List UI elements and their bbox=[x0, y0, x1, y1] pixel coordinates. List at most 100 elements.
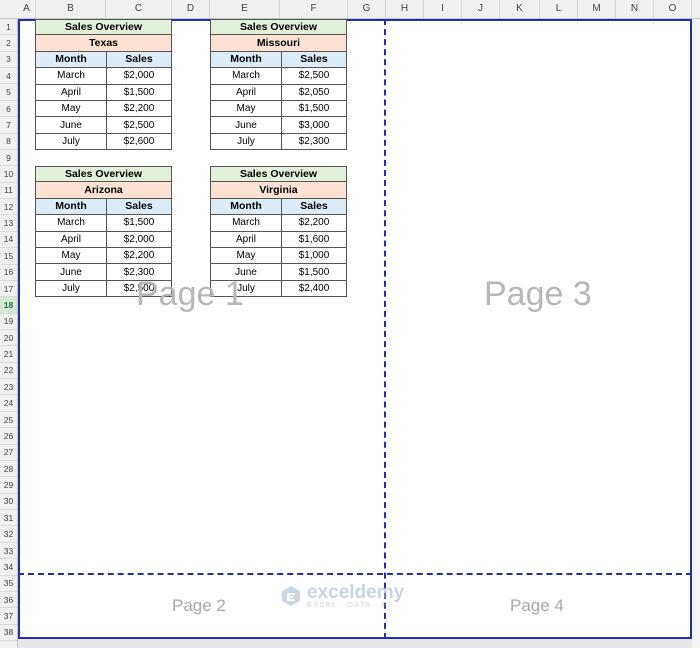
row-header-38[interactable]: 38 bbox=[0, 625, 17, 642]
month-cell[interactable]: April bbox=[210, 231, 282, 248]
table-overview-title[interactable]: Sales Overview bbox=[210, 19, 347, 36]
row-header-9[interactable]: 9 bbox=[0, 150, 17, 167]
row-header-2[interactable]: 2 bbox=[0, 35, 17, 52]
row-header-14[interactable]: 14 bbox=[0, 232, 17, 249]
sales-table-missouri[interactable]: Sales Overview Missouri Month Sales March $2,… bbox=[210, 19, 347, 151]
column-header-g[interactable]: G bbox=[348, 0, 386, 18]
table-overview-title[interactable]: Sales Overview bbox=[210, 166, 347, 183]
row-header-31[interactable]: 31 bbox=[0, 510, 17, 527]
row-header-17[interactable]: 17 bbox=[0, 281, 17, 298]
row-header-11[interactable]: 11 bbox=[0, 183, 17, 200]
month-cell[interactable]: June bbox=[210, 117, 282, 134]
row-header-15[interactable]: 15 bbox=[0, 248, 17, 265]
month-cell[interactable]: March bbox=[210, 68, 282, 85]
page-break-horizontal[interactable] bbox=[18, 573, 692, 575]
month-cell[interactable]: May bbox=[35, 247, 107, 265]
column-header-o[interactable]: O bbox=[654, 0, 692, 18]
sales-cell[interactable]: $1,000 bbox=[282, 247, 347, 265]
column-header-e[interactable]: E bbox=[210, 0, 280, 18]
sales-cell[interactable]: $2,300 bbox=[282, 133, 347, 151]
row-header-23[interactable]: 23 bbox=[0, 379, 17, 396]
month-cell[interactable]: May bbox=[210, 247, 282, 265]
sales-cell[interactable]: $1,500 bbox=[282, 264, 347, 281]
vertical-scrollbar[interactable] bbox=[692, 19, 700, 648]
row-header-16[interactable]: 16 bbox=[0, 265, 17, 281]
row-header-34[interactable]: 34 bbox=[0, 559, 17, 576]
row-header-10[interactable]: 10 bbox=[0, 166, 17, 183]
row-header-29[interactable]: 29 bbox=[0, 477, 17, 494]
column-header-k[interactable]: K bbox=[500, 0, 540, 18]
month-cell[interactable]: March bbox=[35, 68, 107, 85]
sales-cell[interactable]: $1,500 bbox=[282, 100, 347, 118]
row-header-20[interactable]: 20 bbox=[0, 330, 17, 347]
sales-cell[interactable]: $2,000 bbox=[107, 231, 172, 248]
sales-header[interactable]: Sales bbox=[282, 198, 347, 216]
table-state-name[interactable]: Arizona bbox=[35, 182, 172, 199]
row-header-27[interactable]: 27 bbox=[0, 445, 17, 461]
row-header-6[interactable]: 6 bbox=[0, 101, 17, 118]
row-header-35[interactable]: 35 bbox=[0, 576, 17, 592]
table-state-name[interactable]: Missouri bbox=[210, 35, 347, 52]
row-header-36[interactable]: 36 bbox=[0, 592, 17, 609]
table-state-name[interactable]: Texas bbox=[35, 35, 172, 52]
row-header-8[interactable]: 8 bbox=[0, 134, 17, 150]
column-header-i[interactable]: I bbox=[424, 0, 462, 18]
row-header-22[interactable]: 22 bbox=[0, 363, 17, 380]
month-cell[interactable]: March bbox=[210, 215, 282, 232]
column-header-c[interactable]: C bbox=[106, 0, 172, 18]
sales-table-texas[interactable]: Sales Overview Texas Month Sales March $2,000… bbox=[35, 19, 172, 151]
sales-cell[interactable]: $2,200 bbox=[107, 247, 172, 265]
page-break-vertical[interactable] bbox=[384, 19, 386, 639]
column-header-m[interactable]: M bbox=[578, 0, 616, 18]
month-cell[interactable]: April bbox=[35, 84, 107, 101]
row-header-5[interactable]: 5 bbox=[0, 84, 17, 101]
table-overview-title[interactable]: Sales Overview bbox=[35, 19, 172, 36]
sales-cell[interactable]: $2,600 bbox=[107, 133, 172, 151]
row-header-21[interactable]: 21 bbox=[0, 346, 17, 363]
row-header-18[interactable]: 18 bbox=[0, 297, 17, 314]
row-header-12[interactable]: 12 bbox=[0, 199, 17, 216]
sales-header[interactable]: Sales bbox=[107, 198, 172, 216]
sales-cell[interactable]: $2,000 bbox=[107, 68, 172, 85]
table-overview-title[interactable]: Sales Overview bbox=[35, 166, 172, 183]
column-header-d[interactable]: D bbox=[172, 0, 210, 18]
column-header-n[interactable]: N bbox=[616, 0, 654, 18]
sales-cell[interactable]: $2,200 bbox=[282, 215, 347, 232]
month-cell[interactable]: March bbox=[35, 215, 107, 232]
table-state-name[interactable]: Virginia bbox=[210, 182, 347, 199]
sales-cell[interactable]: $1,500 bbox=[107, 215, 172, 232]
column-header-h[interactable]: H bbox=[386, 0, 424, 18]
sales-cell[interactable]: $2,200 bbox=[107, 100, 172, 118]
row-header-37[interactable]: 37 bbox=[0, 608, 17, 625]
month-header[interactable]: Month bbox=[210, 51, 282, 69]
row-header-13[interactable]: 13 bbox=[0, 215, 17, 232]
row-header-33[interactable]: 33 bbox=[0, 543, 17, 560]
sales-cell[interactable]: $1,500 bbox=[107, 84, 172, 101]
row-header-28[interactable]: 28 bbox=[0, 461, 17, 478]
row-header-24[interactable]: 24 bbox=[0, 396, 17, 412]
column-header-j[interactable]: J bbox=[462, 0, 500, 18]
month-header[interactable]: Month bbox=[35, 51, 107, 69]
month-cell[interactable]: June bbox=[35, 264, 107, 281]
sales-cell[interactable]: $2,400 bbox=[282, 280, 347, 298]
column-header-l[interactable]: L bbox=[540, 0, 578, 18]
column-header-a[interactable]: A bbox=[18, 0, 36, 18]
sales-cell[interactable]: $3,000 bbox=[282, 117, 347, 134]
row-header-7[interactable]: 7 bbox=[0, 117, 17, 134]
month-cell[interactable]: April bbox=[210, 84, 282, 101]
month-cell[interactable]: July bbox=[35, 133, 107, 151]
column-header-b[interactable]: B bbox=[36, 0, 106, 18]
row-header-32[interactable]: 32 bbox=[0, 526, 17, 543]
month-cell[interactable]: June bbox=[35, 117, 107, 134]
row-header-1[interactable]: 1 bbox=[0, 19, 17, 36]
sales-header[interactable]: Sales bbox=[107, 51, 172, 69]
horizontal-scrollbar[interactable] bbox=[18, 639, 692, 648]
month-cell[interactable]: July bbox=[35, 280, 107, 298]
month-header[interactable]: Month bbox=[210, 198, 282, 216]
sales-cell[interactable]: $2,050 bbox=[282, 84, 347, 101]
sales-cell[interactable]: $1,600 bbox=[282, 231, 347, 248]
worksheet-grid[interactable]: Page 2 Page 3 Page 4 Sales Overview Texas… bbox=[18, 19, 692, 639]
row-header-26[interactable]: 26 bbox=[0, 428, 17, 445]
month-cell[interactable]: May bbox=[210, 100, 282, 118]
month-cell[interactable]: July bbox=[210, 133, 282, 151]
